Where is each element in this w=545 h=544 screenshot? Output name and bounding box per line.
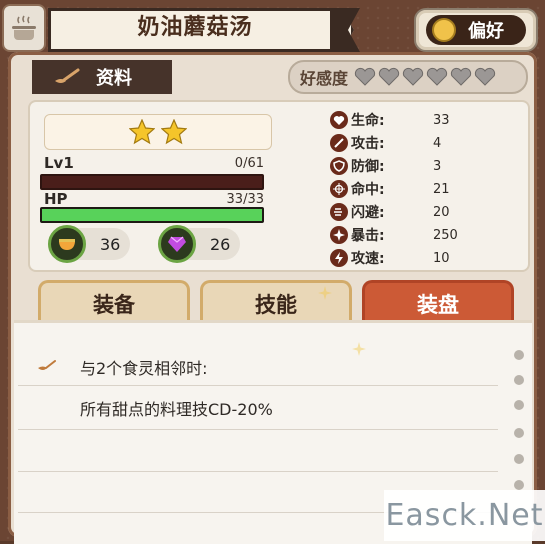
stat-label: 闪避:	[351, 205, 385, 221]
affinity-heart-icon	[450, 67, 472, 86]
resource-value: 36	[100, 234, 121, 254]
stat-value: 4	[433, 135, 442, 151]
stat-attack: 攻击: 4	[330, 133, 510, 153]
speed-icon	[330, 249, 348, 267]
affinity-hearts	[352, 67, 496, 87]
stat-label: 生命:	[351, 113, 385, 129]
stat-label: 攻速:	[351, 251, 385, 267]
stat-value: 33	[433, 112, 450, 128]
effect-condition: 与2个食灵相邻时:	[80, 359, 208, 378]
stars-row	[126, 119, 190, 145]
purple-gem-icon	[158, 225, 196, 263]
ladle-icon	[38, 360, 56, 370]
stat-label: 防御:	[351, 159, 385, 175]
star-rating	[44, 114, 272, 150]
hp-label: HP	[44, 190, 68, 208]
heart-icon	[330, 111, 348, 129]
star-icon	[161, 119, 187, 145]
binder-ring-icon	[514, 350, 524, 360]
page-title: 奶油蘑菇汤	[137, 15, 253, 40]
stat-label: 攻击:	[351, 136, 385, 152]
preference-pill: 偏好	[426, 15, 526, 45]
watermark: Easck.Net	[384, 490, 545, 541]
resource-gem[interactable]: 26	[158, 225, 240, 263]
preference-label: 偏好	[468, 21, 504, 42]
affinity-heart-icon	[354, 67, 376, 86]
affinity-heart-icon	[426, 67, 448, 86]
binder-ring-icon	[514, 428, 524, 438]
stat-accuracy: 命中: 21	[330, 179, 510, 199]
divider	[18, 385, 498, 386]
bowl-icon	[48, 225, 86, 263]
affinity-heart-icon	[474, 67, 496, 86]
divider	[18, 471, 498, 472]
stat-defense: 防御: 3	[330, 156, 510, 176]
hp-bar	[40, 207, 264, 223]
effect-description: 所有甜点的料理技CD-20%	[80, 400, 273, 419]
tab-info[interactable]: 资料	[32, 60, 172, 94]
crosshair-icon	[330, 180, 348, 198]
level-value: 0/61	[234, 156, 264, 171]
hp-value: 33/33	[226, 192, 264, 207]
sparkle-icon	[318, 286, 332, 300]
stat-attack-speed: 攻速: 10	[330, 248, 510, 268]
ladle-icon	[55, 68, 80, 83]
shield-icon	[330, 157, 348, 175]
divider	[18, 429, 498, 430]
attack-icon	[330, 134, 348, 152]
crit-icon	[330, 226, 348, 244]
dodge-icon	[330, 203, 348, 221]
resource-bowl[interactable]: 36	[48, 225, 130, 263]
info-tab-label: 资料	[96, 68, 132, 89]
binder-ring-icon	[514, 480, 524, 490]
sparkle-icon	[352, 342, 366, 356]
binder-ring-icon	[514, 400, 524, 410]
resource-value: 26	[210, 234, 231, 254]
tab-equipment[interactable]: 装备	[38, 280, 190, 325]
hp-bar-fill	[42, 209, 262, 221]
stat-value: 10	[433, 250, 450, 266]
stat-hp: 生命: 33	[330, 110, 510, 130]
pot-icon-button[interactable]	[2, 4, 46, 52]
stat-value: 20	[433, 204, 450, 220]
binder-ring-icon	[514, 454, 524, 464]
stat-value: 250	[433, 227, 458, 243]
stat-crit: 暴击: 250	[330, 225, 510, 245]
stat-label: 命中:	[351, 182, 385, 198]
affinity-heart-icon	[402, 67, 424, 86]
binder-ring-icon	[514, 375, 524, 385]
affinity-meter: 好感度	[288, 60, 528, 94]
stat-label: 暴击:	[351, 228, 385, 244]
affinity-heart-icon	[378, 67, 400, 86]
stat-value: 3	[433, 158, 442, 174]
preference-dot-icon	[432, 18, 456, 42]
level-label: Lv1	[44, 154, 74, 172]
steaming-pot-icon	[12, 15, 36, 40]
xp-bar	[40, 174, 264, 190]
star-icon	[129, 119, 155, 145]
tab-plating[interactable]: 装盘	[362, 280, 514, 325]
preference-button[interactable]: 偏好	[414, 8, 538, 52]
stat-value: 21	[433, 181, 450, 197]
affinity-label: 好感度	[300, 69, 349, 88]
stat-dodge: 闪避: 20	[330, 202, 510, 222]
